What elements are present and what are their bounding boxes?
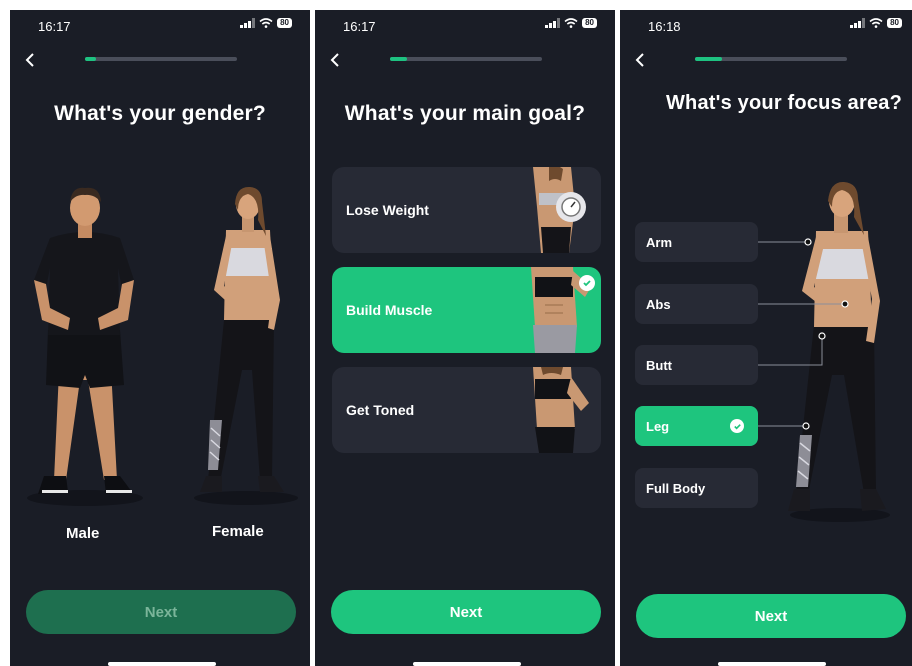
home-indicator	[413, 662, 521, 666]
connector-lines	[758, 238, 849, 430]
focus-area-screen: 16:18 80 What's your focus area? Arm Abs…	[620, 10, 912, 666]
gender-label-female: Female	[212, 523, 264, 540]
focus-area-abs[interactable]: Abs	[635, 284, 758, 324]
focus-area-full-body[interactable]: Full Body	[635, 468, 758, 508]
goal-card-get-toned[interactable]: Get Toned	[332, 367, 601, 453]
goal-screen: 16:17 80 What's your main goal? Lose Wei…	[315, 10, 615, 666]
gender-option-female[interactable]	[180, 180, 310, 520]
next-button[interactable]: Next	[26, 590, 296, 634]
goal-label: Lose Weight	[346, 202, 429, 218]
page-title: What's your gender?	[54, 102, 266, 125]
battery-icon: 80	[277, 18, 292, 28]
next-button[interactable]: Next	[636, 594, 906, 638]
focus-area-label: Arm	[646, 235, 673, 250]
focus-area-label: Abs	[646, 297, 671, 312]
goal-card-lose-weight[interactable]: Lose Weight	[332, 167, 601, 253]
focus-area-label: Butt	[646, 358, 672, 373]
goal-label: Build Muscle	[346, 302, 433, 318]
gender-option-male[interactable]	[20, 180, 150, 520]
page-title: What's your main goal?	[344, 102, 586, 125]
woman-toned-image	[533, 367, 589, 453]
battery-icon: 80	[582, 18, 597, 28]
back-chevron-icon[interactable]	[22, 52, 38, 68]
goal-card-build-muscle[interactable]: Build Muscle	[332, 267, 601, 353]
focus-area-butt[interactable]: Butt	[635, 345, 758, 385]
check-icon	[730, 419, 744, 433]
status-icons: 80	[240, 18, 292, 28]
focus-area-leg[interactable]: Leg	[635, 406, 758, 446]
progress-bar	[85, 57, 237, 61]
status-time: 16:17	[38, 19, 71, 34]
gender-label-male: Male	[66, 525, 100, 542]
wifi-icon	[564, 18, 578, 28]
female-figure-image	[194, 186, 298, 505]
status-time: 16:17	[343, 19, 376, 34]
male-figure-image	[27, 187, 143, 506]
next-button[interactable]: Next	[331, 590, 601, 634]
progress-fill	[85, 57, 96, 61]
home-indicator	[718, 662, 826, 666]
gender-screen: 16:17 80 What's your gender? Male Female…	[10, 10, 310, 666]
check-icon	[579, 275, 595, 291]
progress-fill	[390, 57, 407, 61]
focus-area-label: Leg	[646, 419, 670, 434]
status-icons: 80	[545, 18, 597, 28]
home-indicator	[108, 662, 216, 666]
woman-with-scale-image	[533, 167, 586, 253]
signal-icon	[545, 18, 561, 28]
back-chevron-icon[interactable]	[327, 52, 343, 68]
focus-area-label: Full Body	[646, 481, 706, 496]
progress-bar	[390, 57, 542, 61]
focus-area-arm[interactable]: Arm	[635, 222, 758, 262]
signal-icon	[240, 18, 256, 28]
goal-label: Get Toned	[346, 402, 415, 418]
wifi-icon	[259, 18, 273, 28]
